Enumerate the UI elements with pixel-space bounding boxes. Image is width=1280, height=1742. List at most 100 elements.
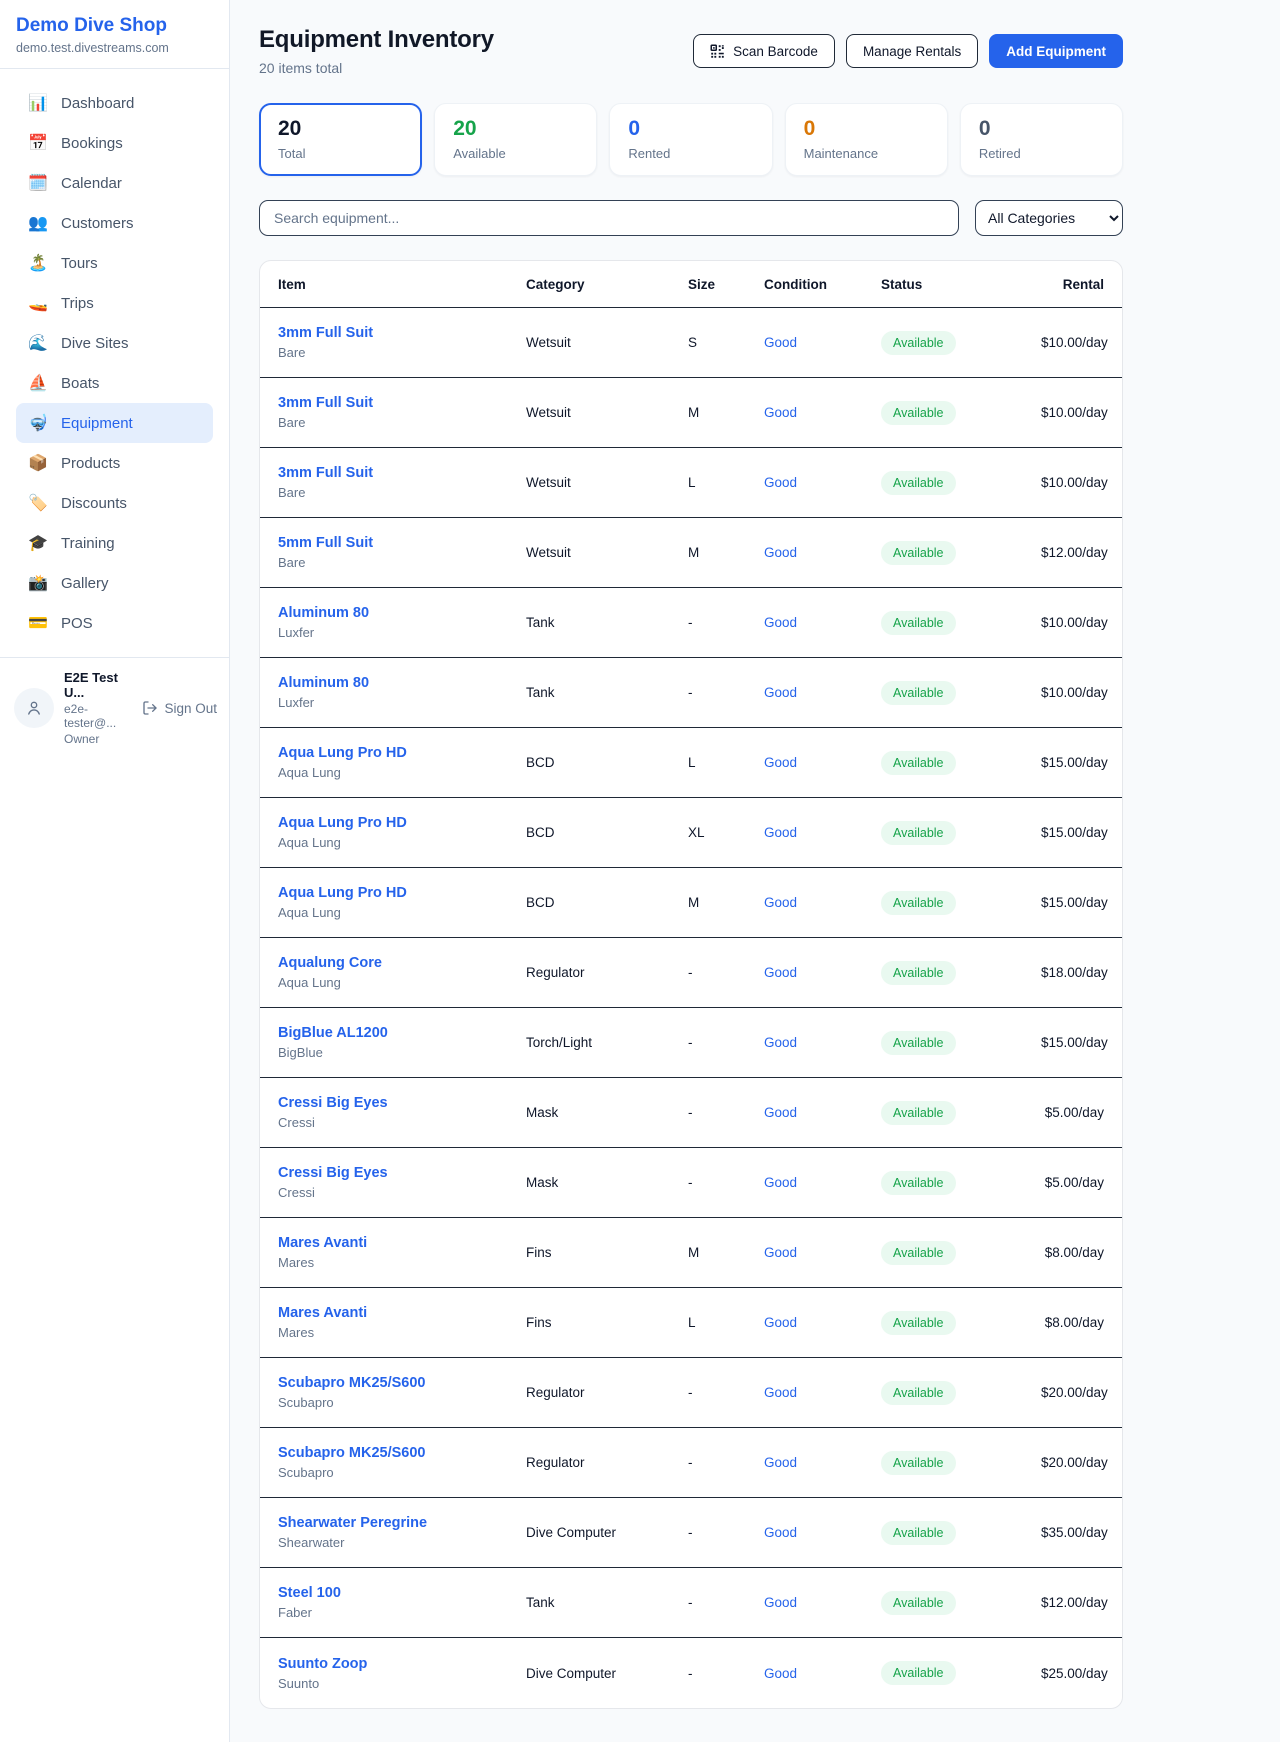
condition-link[interactable]: Good [764, 965, 797, 980]
item-brand: Aqua Lung [278, 975, 526, 990]
avatar [14, 688, 54, 728]
sidebar-item-boats[interactable]: ⛵Boats [16, 363, 213, 403]
item-name-link[interactable]: Aqualung Core [278, 955, 382, 971]
category-select[interactable]: All Categories [975, 200, 1123, 236]
condition-link[interactable]: Good [764, 1595, 797, 1610]
item-name-link[interactable]: Cressi Big Eyes [278, 1095, 388, 1111]
rental-cell: $18.00/day [1041, 965, 1108, 980]
sidebar-item-trips[interactable]: 🚤Trips [16, 283, 213, 323]
sidebar-item-dashboard[interactable]: 📊Dashboard [16, 83, 213, 123]
status-badge: Available [881, 401, 956, 425]
people-icon: 👥 [28, 213, 48, 233]
island-icon: 🏝️ [28, 253, 48, 273]
condition-link[interactable]: Good [764, 1035, 797, 1050]
sidebar-item-gallery[interactable]: 📸Gallery [16, 563, 213, 603]
stat-label-retired: Retired [979, 146, 1104, 161]
status-cell: Available [881, 611, 1041, 635]
item-name-link[interactable]: Scubapro MK25/S600 [278, 1375, 425, 1391]
item-brand: Aqua Lung [278, 905, 526, 920]
condition-cell: Good [764, 895, 881, 910]
search-input[interactable] [259, 200, 959, 236]
condition-link[interactable]: Good [764, 475, 797, 490]
item-name-link[interactable]: Mares Avanti [278, 1235, 367, 1251]
sidebar-item-pos[interactable]: 💳POS [16, 603, 213, 643]
condition-link[interactable]: Good [764, 1666, 797, 1681]
sign-out-button[interactable]: Sign Out [142, 700, 217, 716]
item-name-link[interactable]: 3mm Full Suit [278, 465, 373, 481]
status-badge: Available [881, 751, 956, 775]
item-name-link[interactable]: Scubapro MK25/S600 [278, 1445, 425, 1461]
condition-link[interactable]: Good [764, 825, 797, 840]
condition-cell: Good [764, 1105, 881, 1120]
condition-link[interactable]: Good [764, 1455, 797, 1470]
item-cell: Steel 100Faber [278, 1585, 526, 1620]
stat-card-retired[interactable]: 0Retired [960, 103, 1123, 176]
condition-link[interactable]: Good [764, 1525, 797, 1540]
add-equipment-button[interactable]: Add Equipment [989, 34, 1123, 68]
sidebar-item-bookings[interactable]: 📅Bookings [16, 123, 213, 163]
item-name-link[interactable]: Suunto Zoop [278, 1656, 367, 1672]
item-name-link[interactable]: Aqua Lung Pro HD [278, 815, 407, 831]
status-badge: Available [881, 541, 956, 565]
manage-rentals-button[interactable]: Manage Rentals [846, 34, 978, 68]
item-name-link[interactable]: Aluminum 80 [278, 605, 369, 621]
item-name-link[interactable]: Cressi Big Eyes [278, 1165, 388, 1181]
item-name-link[interactable]: BigBlue AL1200 [278, 1025, 388, 1041]
table-row: Shearwater PeregrineShearwaterDive Compu… [260, 1498, 1122, 1568]
item-name-link[interactable]: 3mm Full Suit [278, 325, 373, 341]
item-name-link[interactable]: Steel 100 [278, 1585, 341, 1601]
condition-link[interactable]: Good [764, 1175, 797, 1190]
stat-label-total: Total [278, 146, 403, 161]
item-name-link[interactable]: 5mm Full Suit [278, 535, 373, 551]
stat-card-rented[interactable]: 0Rented [609, 103, 772, 176]
condition-link[interactable]: Good [764, 405, 797, 420]
condition-link[interactable]: Good [764, 755, 797, 770]
condition-link[interactable]: Good [764, 685, 797, 700]
condition-cell: Good [764, 1385, 881, 1400]
item-name-link[interactable]: Aqua Lung Pro HD [278, 745, 407, 761]
sidebar-item-training[interactable]: 🎓Training [16, 523, 213, 563]
item-brand: Shearwater [278, 1535, 526, 1550]
condition-link[interactable]: Good [764, 1385, 797, 1400]
item-cell: Cressi Big EyesCressi [278, 1165, 526, 1200]
sidebar-item-tours[interactable]: 🏝️Tours [16, 243, 213, 283]
condition-link[interactable]: Good [764, 545, 797, 560]
sidebar-item-products[interactable]: 📦Products [16, 443, 213, 483]
stat-card-total[interactable]: 20Total [259, 103, 422, 176]
sidebar-item-discounts[interactable]: 🏷️Discounts [16, 483, 213, 523]
item-name-link[interactable]: 3mm Full Suit [278, 395, 373, 411]
sidebar-item-dive-sites[interactable]: 🌊Dive Sites [16, 323, 213, 363]
status-badge: Available [881, 471, 956, 495]
condition-link[interactable]: Good [764, 615, 797, 630]
condition-link[interactable]: Good [764, 1245, 797, 1260]
item-name-link[interactable]: Mares Avanti [278, 1305, 367, 1321]
condition-link[interactable]: Good [764, 1315, 797, 1330]
table-row: Suunto ZoopSuuntoDive Computer-GoodAvail… [260, 1638, 1122, 1708]
status-badge: Available [881, 1451, 956, 1475]
size-cell: M [688, 545, 764, 560]
item-cell: Mares AvantiMares [278, 1235, 526, 1270]
status-badge: Available [881, 1591, 956, 1615]
condition-link[interactable]: Good [764, 1105, 797, 1120]
sidebar-item-calendar[interactable]: 🗓️Calendar [16, 163, 213, 203]
item-name-link[interactable]: Shearwater Peregrine [278, 1515, 427, 1531]
rental-cell: $12.00/day [1041, 1595, 1108, 1610]
condition-link[interactable]: Good [764, 895, 797, 910]
item-name-link[interactable]: Aqua Lung Pro HD [278, 885, 407, 901]
condition-link[interactable]: Good [764, 335, 797, 350]
category-cell: Tank [526, 685, 688, 700]
scan-barcode-button[interactable]: Scan Barcode [693, 34, 835, 68]
sidebar-item-label: Dashboard [61, 95, 134, 112]
size-cell: - [688, 965, 764, 980]
item-name-link[interactable]: Aluminum 80 [278, 675, 369, 691]
sidebar-item-equipment[interactable]: 🤿Equipment [16, 403, 213, 443]
brand-name[interactable]: Demo Dive Shop [16, 15, 213, 37]
column-header-item: Item [278, 277, 526, 292]
sidebar-item-customers[interactable]: 👥Customers [16, 203, 213, 243]
stat-card-available[interactable]: 20Available [434, 103, 597, 176]
item-brand: Bare [278, 555, 526, 570]
main: Equipment Inventory 20 items total [230, 0, 1280, 1741]
item-brand: Luxfer [278, 695, 526, 710]
sign-out-label: Sign Out [164, 701, 217, 716]
stat-card-maintenance[interactable]: 0Maintenance [785, 103, 948, 176]
